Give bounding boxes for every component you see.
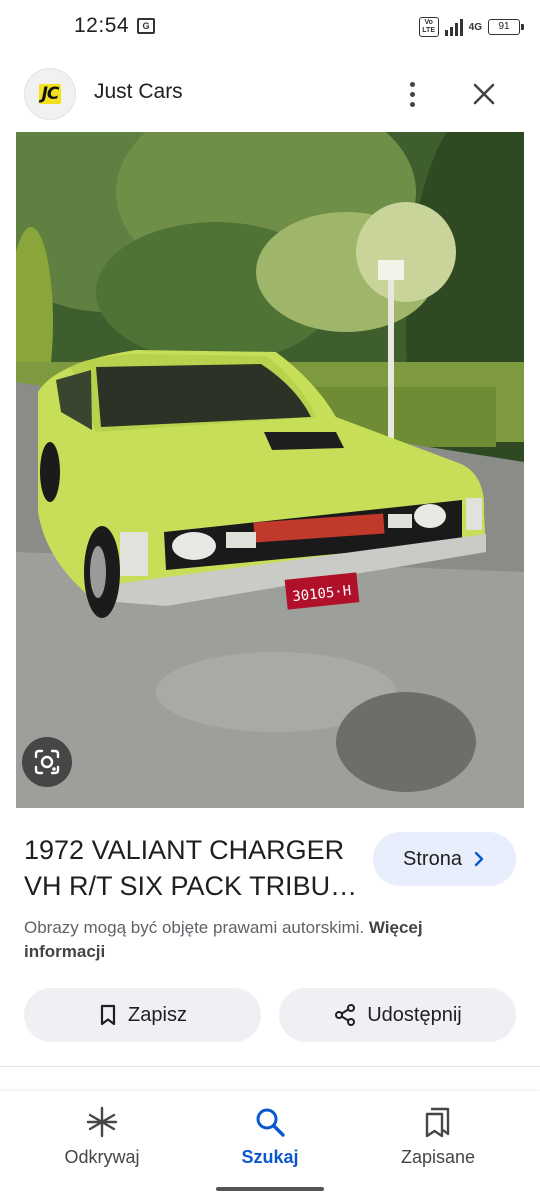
copyright-text: Obrazy mogą być objęte prawami autorskim… (24, 918, 365, 937)
signal-icon (444, 18, 463, 36)
viewer-header: JC Just Cars (0, 56, 540, 132)
battery-icon: 91 (488, 19, 524, 35)
status-indicators: Vo LTE 4G 91 (418, 16, 524, 38)
bottom-navigation: Odkrywaj Szukaj Zapisane (0, 1091, 540, 1200)
result-image[interactable]: 30105·H (16, 132, 524, 808)
search-icon (256, 1108, 285, 1137)
more-vert-icon[interactable] (396, 74, 428, 114)
site-name[interactable]: Just Cars (94, 80, 183, 104)
nav-search-label: Szukaj (241, 1147, 299, 1167)
gmail-icon: G (137, 18, 155, 34)
save-label: Zapisz (128, 1003, 187, 1026)
copyright-notice: Obrazy mogą być objęte prawami autorskim… (24, 916, 494, 964)
save-button[interactable]: Zapisz (24, 988, 261, 1042)
lens-icon[interactable] (22, 737, 72, 787)
nav-saved-label: Zapisane (400, 1147, 476, 1167)
related-results-peek (0, 1067, 540, 1095)
nav-discover[interactable]: Odkrywaj (22, 1105, 182, 1168)
close-icon[interactable] (466, 76, 502, 112)
asterisk-icon (86, 1106, 118, 1138)
result-title[interactable]: 1972 VALIANT CHARGER VH R/T SIX PACK TRI… (24, 832, 364, 904)
site-logo[interactable]: JC (24, 68, 76, 120)
share-icon (335, 1004, 356, 1026)
visit-button[interactable]: Strona (373, 832, 516, 886)
result-title-line1: 1972 VALIANT CHARGER (24, 835, 345, 865)
volte-icon: Vo LTE (418, 17, 439, 37)
site-logo-text: JC (38, 84, 62, 104)
home-indicator[interactable] (216, 1187, 324, 1191)
visit-label: Strona (403, 847, 462, 870)
status-time: 12:54 (74, 14, 130, 37)
result-title-line2: VH R/T SIX PACK TRIBUT... (24, 871, 364, 901)
car-photo: 30105·H (16, 132, 524, 808)
bookmarks-icon (425, 1107, 450, 1138)
chevron-right-icon (474, 851, 484, 867)
nav-search[interactable]: Szukaj (190, 1105, 350, 1168)
status-bar: 12:54 G Vo LTE 4G 91 (0, 0, 540, 56)
share-label: Udostępnij (367, 1003, 462, 1026)
nav-discover-label: Odkrywaj (64, 1147, 140, 1167)
share-button[interactable]: Udostępnij (279, 988, 516, 1042)
bookmark-icon (100, 1004, 116, 1026)
nav-saved[interactable]: Zapisane (358, 1105, 518, 1168)
network-type: 4G (468, 21, 482, 33)
